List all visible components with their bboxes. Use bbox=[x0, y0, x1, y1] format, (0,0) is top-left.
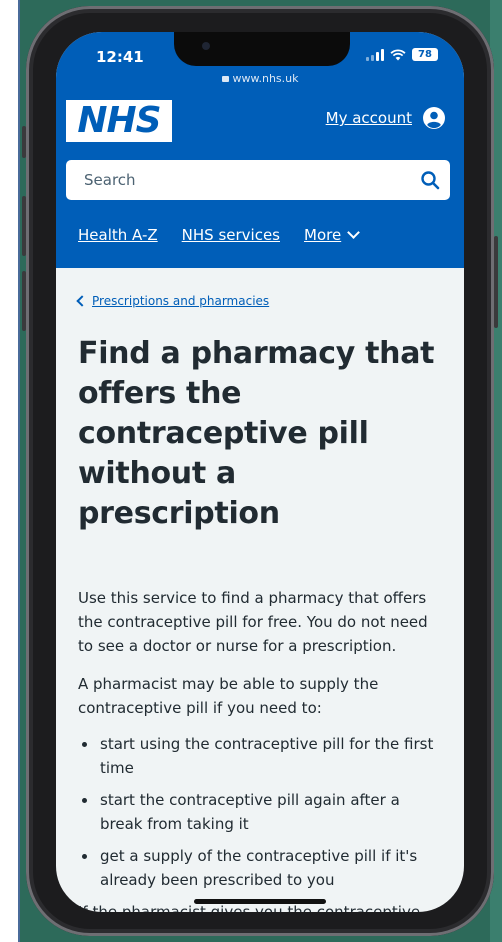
phone-frame: 12:41 78 www.nhs.uk NHS My account Searc… bbox=[22, 6, 498, 936]
search-input[interactable] bbox=[66, 161, 410, 199]
my-account-link[interactable]: My account bbox=[326, 109, 412, 127]
main-nav: Health A-Z NHS services More bbox=[78, 225, 361, 244]
page-content: Prescriptions and pharmacies Find a phar… bbox=[56, 268, 464, 912]
lead-paragraph: A pharmacist may be able to supply the c… bbox=[78, 675, 379, 717]
phone-screen: 12:41 78 www.nhs.uk NHS My account Searc… bbox=[56, 32, 464, 912]
volume-up-button bbox=[22, 196, 26, 256]
my-account[interactable]: My account bbox=[326, 106, 446, 130]
nav-nhs-services[interactable]: NHS services bbox=[182, 226, 280, 244]
url-bar[interactable]: www.nhs.uk bbox=[56, 72, 464, 85]
user-account-icon[interactable] bbox=[422, 106, 446, 130]
search-button[interactable] bbox=[410, 160, 450, 200]
camera-notch bbox=[174, 32, 350, 66]
signal-icon bbox=[366, 48, 384, 61]
left-backdrop bbox=[0, 0, 20, 942]
nhs-header: 12:41 78 www.nhs.uk NHS My account Searc… bbox=[56, 32, 464, 268]
chevron-down-icon bbox=[347, 225, 361, 239]
nav-more-label: More bbox=[304, 226, 342, 244]
status-icons: 78 bbox=[366, 48, 438, 61]
url-text: www.nhs.uk bbox=[232, 72, 299, 85]
nav-health-a-z[interactable]: Health A-Z bbox=[78, 226, 158, 244]
search-icon bbox=[421, 171, 440, 190]
camera-lens bbox=[202, 42, 210, 50]
lock-icon bbox=[221, 76, 229, 82]
battery-icon: 78 bbox=[412, 48, 438, 61]
list-item: start the contraceptive pill again after… bbox=[78, 788, 442, 836]
silent-switch bbox=[22, 126, 26, 158]
wifi-icon bbox=[390, 48, 406, 60]
status-time: 12:41 bbox=[96, 48, 144, 66]
list-item: get a supply of the contraceptive pill i… bbox=[78, 844, 442, 892]
search-bar bbox=[66, 160, 450, 200]
nhs-logo[interactable]: NHS bbox=[66, 100, 172, 142]
home-indicator[interactable] bbox=[194, 899, 326, 904]
breadcrumb-link[interactable]: Prescriptions and pharmacies bbox=[92, 294, 269, 308]
nav-more-button[interactable]: More bbox=[304, 225, 361, 244]
intro-paragraph: Use this service to find a pharmacy that… bbox=[78, 589, 428, 655]
chevron-left-icon bbox=[76, 295, 88, 307]
breadcrumb[interactable]: Prescriptions and pharmacies bbox=[76, 294, 442, 308]
list-item: start using the contraceptive pill for t… bbox=[78, 732, 442, 780]
page-title: Find a pharmacy that offers the contrace… bbox=[78, 336, 435, 531]
bullet-list: start using the contraceptive pill for t… bbox=[78, 732, 442, 892]
volume-down-button bbox=[22, 271, 26, 331]
power-button bbox=[494, 236, 498, 328]
